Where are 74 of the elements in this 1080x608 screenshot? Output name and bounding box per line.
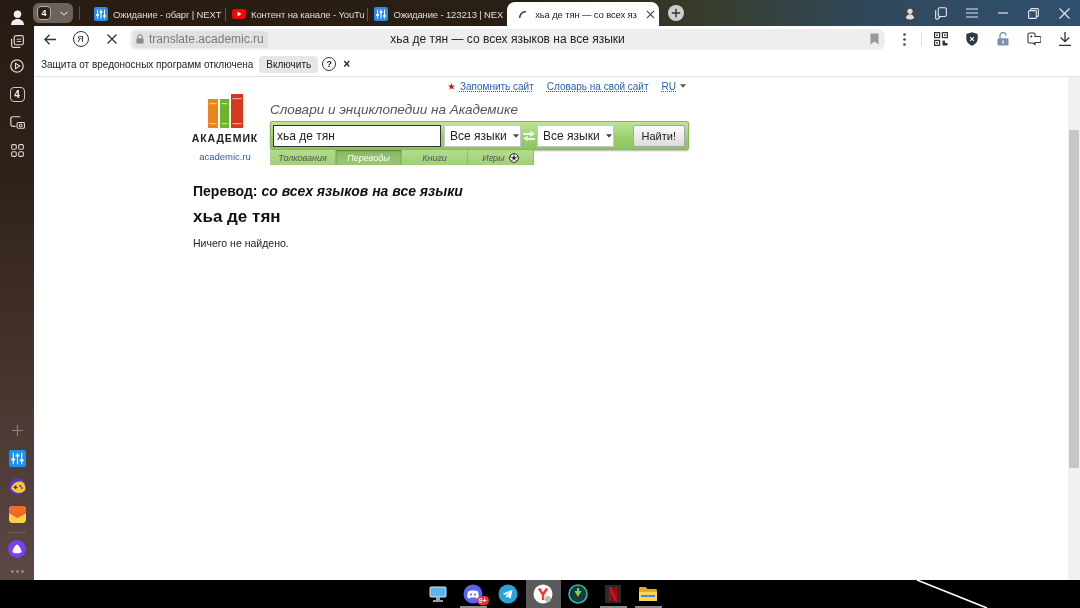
camera-icon[interactable]: [9, 115, 25, 129]
folder-icon: [638, 586, 658, 602]
tag-icon[interactable]: [1026, 32, 1041, 46]
header-link[interactable]: Запомнить сайт: [459, 80, 534, 92]
monitor-icon: [429, 586, 447, 602]
play-icon: [232, 9, 246, 19]
section-tab[interactable]: Книги: [402, 150, 468, 165]
tabs-icon[interactable]: [10, 34, 24, 48]
minimize-icon[interactable]: [997, 12, 1008, 14]
browser-tab[interactable]: Ожидание - 123213 | NEX: [368, 2, 508, 26]
target-language-select[interactable]: Все языки: [537, 124, 614, 147]
chevron-down-icon[interactable]: [60, 10, 68, 16]
infobar-message: Защита от вредоносных программ отключена: [41, 58, 254, 70]
tab-count-button[interactable]: 4: [9, 86, 25, 102]
qr-code-icon[interactable]: [933, 32, 948, 46]
caret-icon: [680, 84, 686, 88]
ring-app-icon: [568, 584, 588, 604]
n-tile-icon: [605, 585, 621, 603]
browser-tab[interactable]: Контент на канале - YouTu: [226, 2, 369, 26]
back-icon[interactable]: [43, 33, 56, 45]
search-button[interactable]: Найти!: [632, 124, 685, 147]
search-field[interactable]: хьа де тян: [273, 124, 441, 147]
more-vertical-icon[interactable]: [903, 32, 906, 46]
site-link[interactable]: academic.ru: [199, 151, 251, 162]
tab-counter-button[interactable]: 4: [33, 3, 73, 23]
sliders-icon: [94, 7, 108, 21]
scrollbar[interactable]: [1068, 77, 1080, 580]
paper-plane-icon: [498, 584, 518, 604]
result-text: Ничего не найдено.: [193, 237, 290, 250]
profile-icon[interactable]: [10, 9, 24, 25]
section-tab[interactable]: Толкования: [270, 150, 336, 165]
caret-icon: [512, 133, 519, 138]
enable-button[interactable]: Включить: [259, 55, 319, 73]
caret-icon: [605, 133, 612, 138]
source-language-select[interactable]: Все языки: [444, 124, 521, 147]
browser-tab[interactable]: хьа де тян — со всех яз: [507, 2, 659, 26]
plus-icon[interactable]: [667, 5, 684, 21]
browser-tab[interactable]: Ожидание - обарг | NEXT: [88, 2, 226, 26]
unlock-icon[interactable]: [996, 32, 1009, 46]
taskbar-app[interactable]: [525, 580, 561, 608]
header-link[interactable]: Словарь на свой сайт: [546, 80, 649, 92]
scrollbar-thumb[interactable]: [1069, 130, 1079, 468]
section-tab[interactable]: Игры: [468, 150, 534, 165]
lock-icon[interactable]: [136, 34, 144, 44]
restore-icon[interactable]: [1028, 7, 1039, 19]
books-logo[interactable]: [207, 94, 243, 128]
logo-wordmark[interactable]: АКАДЕМИК: [191, 132, 259, 144]
download-icon[interactable]: [1058, 32, 1071, 46]
close-icon[interactable]: [645, 9, 655, 19]
language-select[interactable]: RU: [661, 80, 686, 92]
ball-icon: [508, 152, 519, 163]
browser-icon: [533, 584, 553, 604]
tagline: Словари и энциклопедии на Академике: [270, 102, 519, 117]
tab-count: 4: [37, 6, 51, 20]
grid-icon[interactable]: [10, 143, 24, 157]
play-icon[interactable]: [10, 59, 24, 73]
gamepad-icon[interactable]: [8, 477, 26, 495]
more-icon[interactable]: [10, 569, 24, 573]
circle-app-icon[interactable]: [8, 540, 26, 558]
infobar-close-button[interactable]: ×: [343, 57, 351, 71]
page-title: хьа де тян — со всех языков на все языки: [389, 32, 626, 46]
translation-heading: Перевод: со всех языков на все языки: [193, 183, 464, 200]
stacked-pages-icon[interactable]: [934, 6, 947, 20]
sliders-icon: [374, 7, 389, 21]
sliders-app-icon[interactable]: [8, 449, 26, 467]
address-field[interactable]: translate.academic.ru хьа де тян — со всех языков на все языки: [130, 28, 885, 50]
close-icon[interactable]: [106, 34, 117, 44]
account-icon[interactable]: [902, 6, 917, 20]
menu-icon[interactable]: [965, 8, 978, 18]
url-text: translate.academic.ru: [147, 30, 268, 48]
envelope-icon[interactable]: [8, 505, 26, 523]
query-heading: хьа де тян: [193, 207, 282, 227]
spinner-icon: [519, 10, 527, 18]
shield-icon[interactable]: [965, 32, 978, 46]
